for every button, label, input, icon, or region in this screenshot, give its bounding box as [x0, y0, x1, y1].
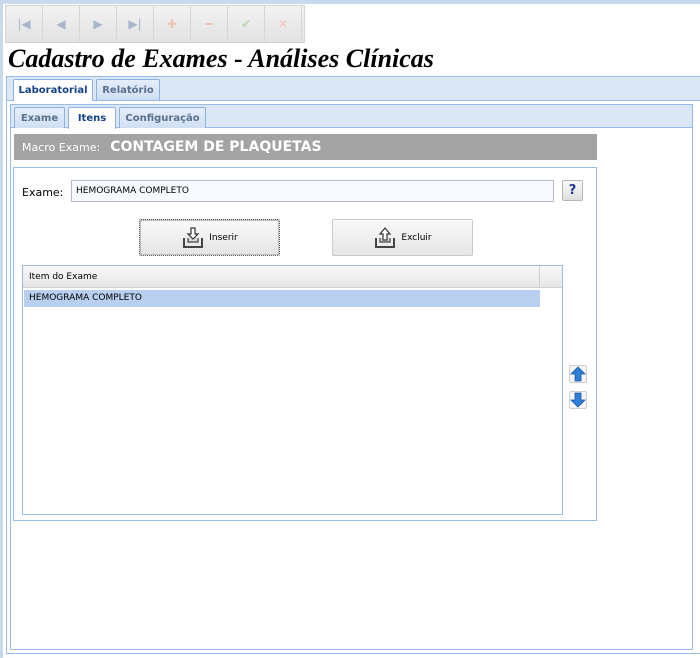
confirm-button[interactable]: ✔ [228, 6, 265, 42]
exame-help-button[interactable]: ? [562, 180, 583, 201]
cancel-button[interactable]: ✕ [265, 6, 302, 42]
insert-button-label: Inserir [209, 232, 238, 243]
grid-column-divider [539, 266, 540, 287]
grid-column-item-do-exame[interactable]: Item do Exame [29, 272, 97, 282]
page-title: Cadastro de Exames - Análises Clínicas [8, 44, 434, 73]
arrow-down-icon [570, 392, 586, 408]
itens-grid: Item do Exame HEMOGRAMA COMPLETO [22, 265, 563, 515]
record-toolbar: |◀ ◀ ▶ ▶| ✚ ━ ✔ ✕ [5, 5, 305, 43]
macro-exame-value: CONTAGEM DE PLAQUETAS [110, 139, 322, 155]
arrow-up-icon [570, 366, 586, 382]
delete-button[interactable]: Excluir [332, 219, 473, 256]
last-record-button[interactable]: ▶| [117, 6, 154, 42]
tab-itens[interactable]: Itens [68, 107, 116, 129]
tab-laboratorial[interactable]: Laboratorial [13, 79, 93, 101]
macro-exame-label: Macro Exame: [22, 140, 101, 154]
move-down-button[interactable] [569, 391, 587, 409]
insert-tray-icon [183, 226, 204, 248]
first-record-button[interactable]: |◀ [6, 6, 43, 42]
move-up-button[interactable] [569, 365, 587, 383]
add-button[interactable]: ✚ [154, 6, 191, 42]
main-tab-strip: Laboratorial Relatório [7, 77, 700, 101]
macro-exame-bar: Macro Exame: CONTAGEM DE PLAQUETAS [14, 134, 597, 160]
tab-relatorio[interactable]: Relatório [96, 79, 160, 100]
previous-record-button[interactable]: ◀ [43, 6, 80, 42]
insert-button[interactable]: Inserir [139, 219, 280, 256]
main-tab-panel: Laboratorial Relatório Exame Itens Confi… [6, 76, 700, 654]
exame-input[interactable] [71, 180, 554, 202]
next-record-button[interactable]: ▶ [80, 6, 117, 42]
sub-tab-strip: Exame Itens Configuração [11, 105, 692, 129]
remove-button[interactable]: ━ [191, 6, 228, 42]
itens-form: Exame: ? Inserir Excluir [13, 167, 597, 521]
table-row[interactable]: HEMOGRAMA COMPLETO [24, 290, 540, 307]
exame-label: Exame: [22, 186, 64, 199]
help-icon: ? [568, 183, 577, 198]
tab-exame[interactable]: Exame [14, 107, 65, 128]
delete-tray-icon [375, 226, 396, 248]
grid-header: Item do Exame [23, 266, 562, 288]
window-frame-left [0, 0, 3, 658]
window-frame-top [0, 0, 700, 4]
tab-configuracao[interactable]: Configuração [119, 107, 206, 128]
delete-button-label: Excluir [401, 232, 432, 243]
laboratorial-panel: Exame Itens Configuração Macro Exame: CO… [10, 104, 693, 650]
